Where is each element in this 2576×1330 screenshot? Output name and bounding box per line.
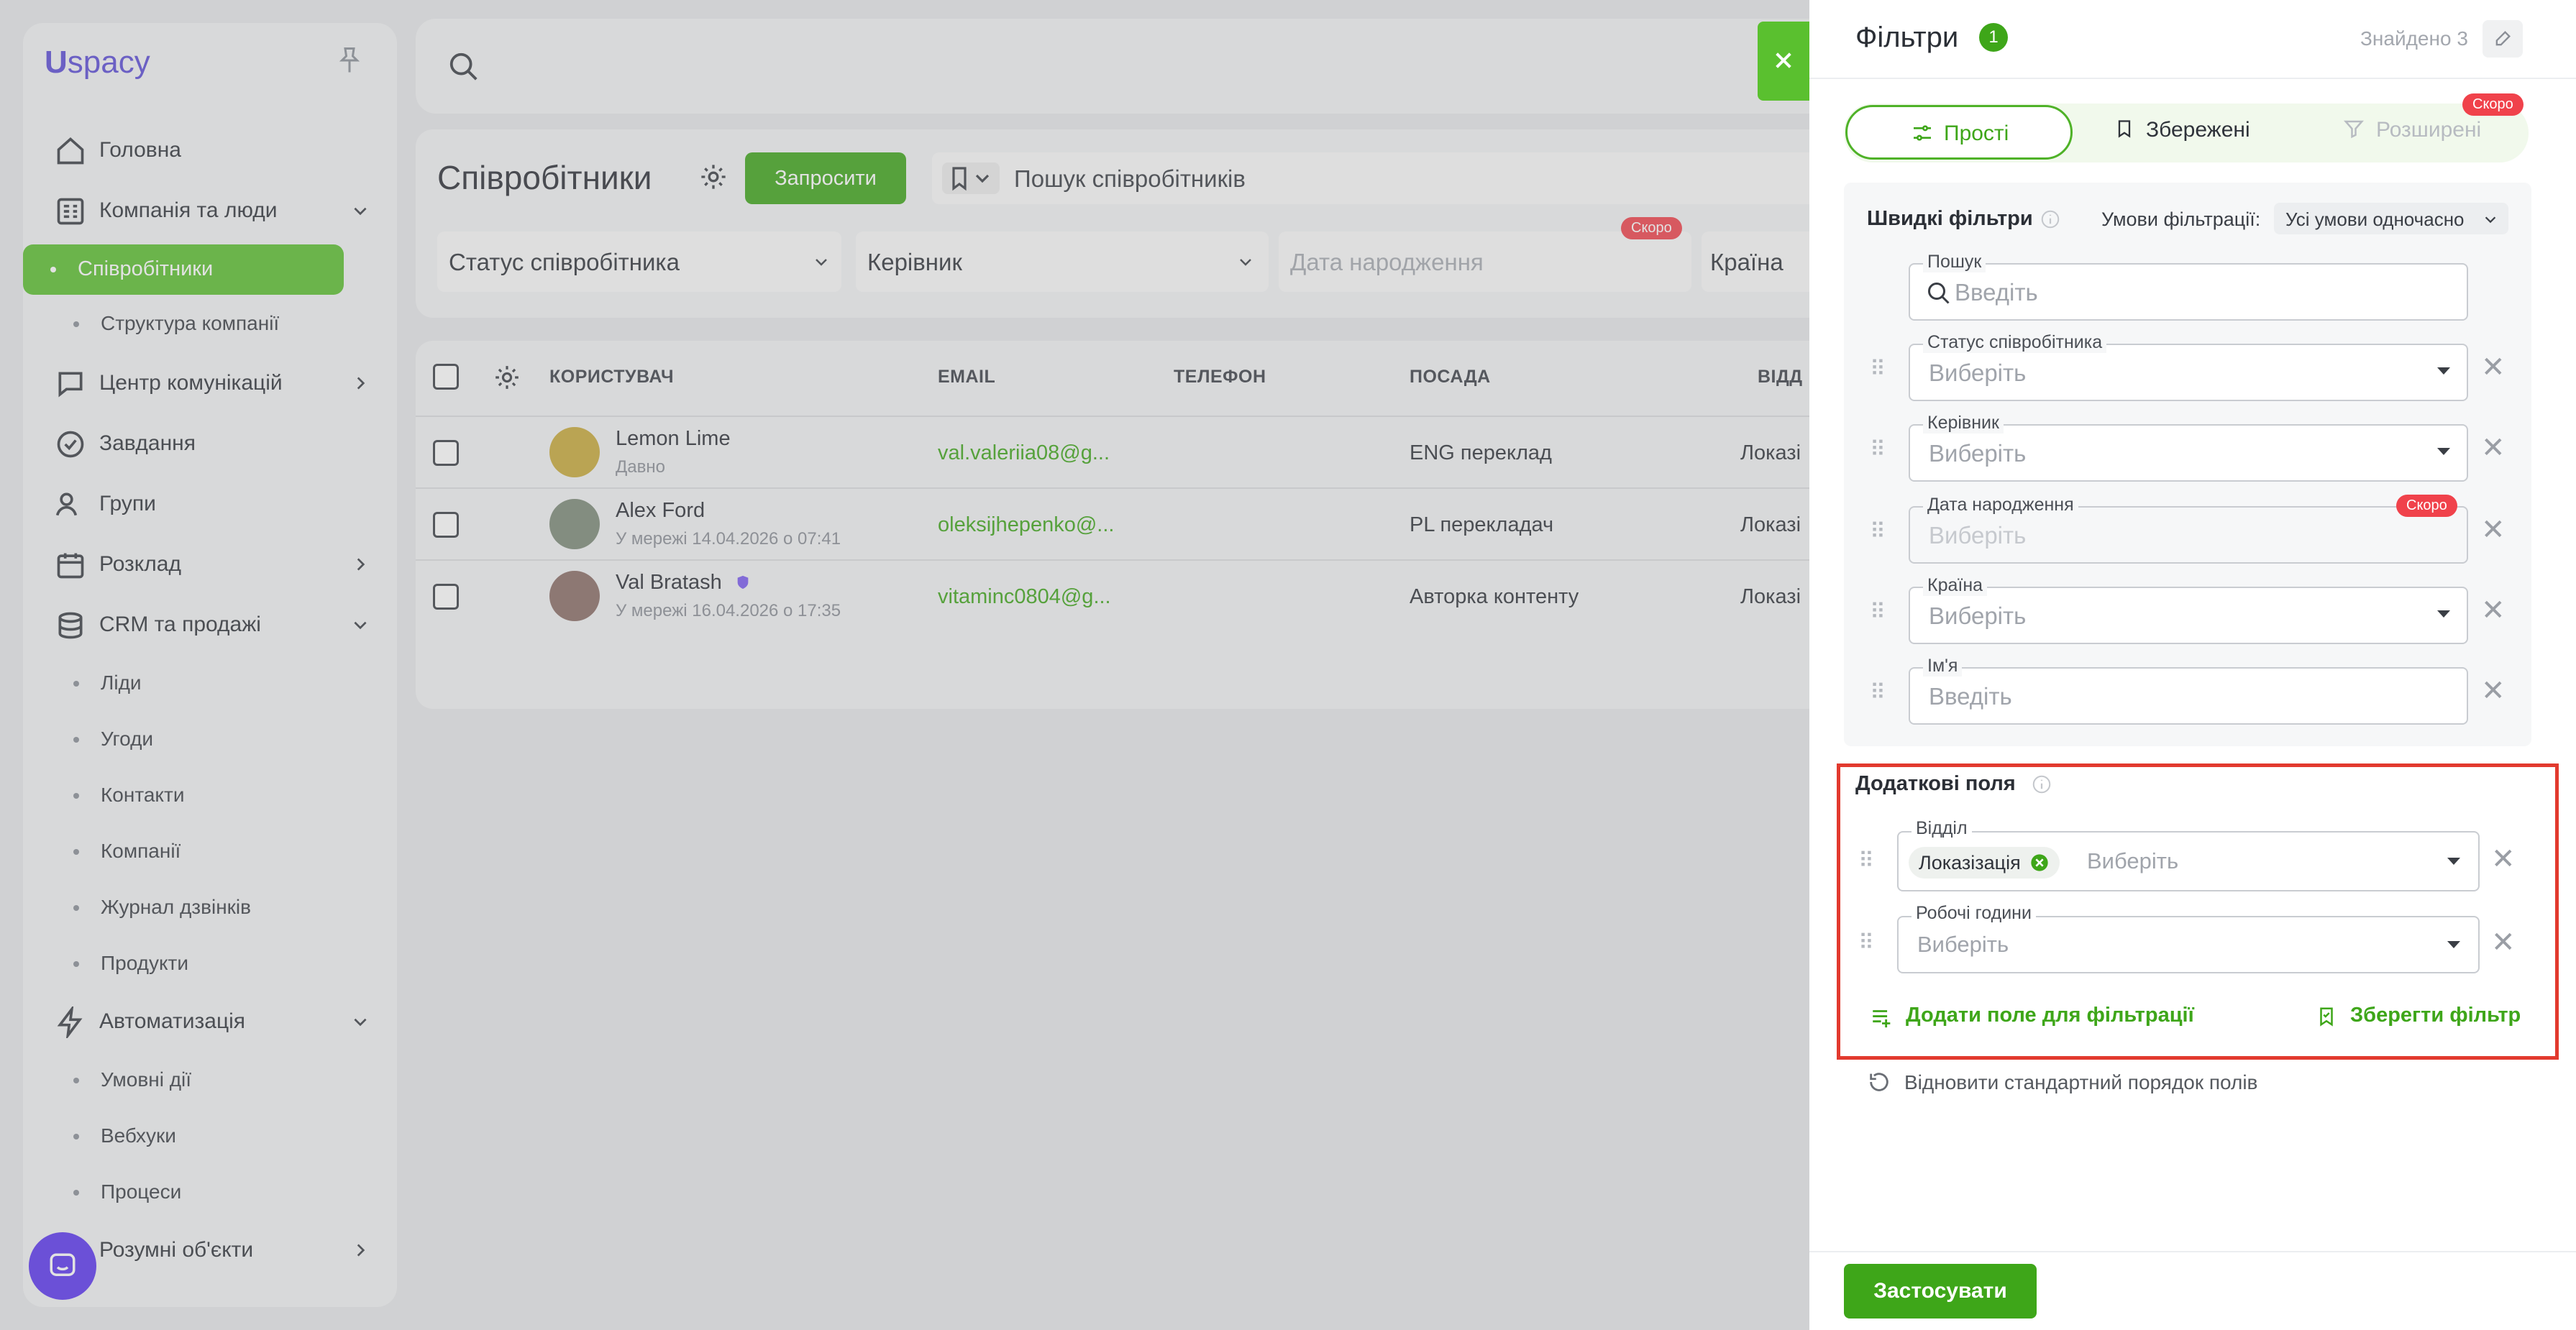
tab-label: Розширені: [2376, 118, 2482, 142]
divider: [1809, 1251, 2576, 1252]
name-field[interactable]: Ім'я Введіть: [1909, 656, 2468, 725]
divider: [1809, 78, 2576, 79]
drag-handle-icon[interactable]: ⠿: [1858, 930, 1876, 955]
drag-handle-icon[interactable]: ⠿: [1870, 600, 1887, 625]
remove-field-icon[interactable]: ✕: [2481, 431, 2506, 464]
info-icon[interactable]: [2031, 774, 2052, 795]
restore-label: Відновити стандартний порядок полів: [1904, 1071, 2258, 1093]
field-placeholder: Виберіть: [1929, 602, 2027, 629]
field-label: Робочі години: [1912, 903, 2036, 924]
drag-handle-icon[interactable]: ⠿: [1858, 848, 1876, 873]
quick-search-field[interactable]: Пошук Введіть: [1909, 252, 2468, 321]
info-icon[interactable]: [2040, 208, 2061, 230]
field-label: Відділ: [1912, 818, 1972, 839]
advanced-filter-icon: [2343, 118, 2365, 139]
add-field-label: Додати поле для фільтрації: [1906, 1004, 2194, 1027]
field-label: Ім'я: [1923, 656, 1963, 677]
chip-label: Локазізація: [1919, 851, 2021, 873]
working-hours-field[interactable]: Робочі години Виберіть: [1897, 903, 2480, 973]
sliders-icon: [1911, 121, 1934, 145]
soon-badge: Скоро: [2462, 93, 2524, 116]
caret-down-icon: [2435, 446, 2452, 457]
department-field[interactable]: Відділ Локазізація Виберіть: [1897, 818, 2480, 891]
remove-field-icon[interactable]: ✕: [2481, 351, 2506, 384]
field-label: Дата народження: [1923, 495, 2078, 515]
birthday-field: Дата народження Виберіть Скоро: [1909, 495, 2468, 564]
field-placeholder: Виберіть: [1917, 932, 2009, 957]
results-count: Знайдено 3: [2360, 27, 2468, 50]
save-filter-label: Зберегти фільтр: [2350, 1004, 2521, 1027]
caret-down-icon: [2445, 856, 2462, 867]
field-label: Керівник: [1923, 413, 2004, 434]
field-placeholder: Виберіть: [2087, 848, 2179, 873]
drag-handle-icon[interactable]: ⠿: [1870, 437, 1887, 462]
apply-button[interactable]: Застосувати: [1844, 1264, 2037, 1318]
manager-field[interactable]: Керівник Виберіть: [1909, 413, 2468, 482]
drag-handle-icon[interactable]: ⠿: [1870, 680, 1887, 705]
conditions-value: Усі умови одночасно: [2285, 208, 2465, 230]
search-icon: [1926, 280, 1952, 306]
chip-remove-icon[interactable]: [2029, 853, 2050, 873]
conditions-select[interactable]: Усі умови одночасно: [2274, 203, 2508, 234]
field-label: Статус співробітника: [1923, 332, 2107, 353]
tab-label: Збережені: [2146, 118, 2250, 142]
field-label: Пошук: [1923, 252, 1986, 272]
eraser-icon[interactable]: [2483, 20, 2523, 58]
conditions-label: Умови фільтрації:: [2101, 208, 2261, 230]
tab-simple[interactable]: Прості: [1845, 105, 2073, 160]
status-field[interactable]: Статус співробітника Виберіть: [1909, 332, 2468, 401]
section-title: Швидкі фільтри: [1867, 207, 2033, 230]
panel-title: Фільтри: [1855, 22, 1959, 53]
bookmark-icon: [2316, 1005, 2337, 1028]
add-list-icon: [1870, 1005, 1894, 1029]
field-label: Країна: [1923, 575, 1988, 596]
department-chip: Локазізація: [1909, 847, 2060, 879]
drag-handle-icon[interactable]: ⠿: [1870, 519, 1887, 544]
field-placeholder: Введіть: [1929, 683, 2012, 710]
field-placeholder: Виберіть: [1929, 440, 2027, 467]
remove-field-icon[interactable]: ✕: [2481, 674, 2506, 707]
caret-down-icon: [2435, 608, 2452, 620]
section-title: Додаткові поля: [1855, 772, 2016, 795]
remove-field-icon[interactable]: ✕: [2481, 513, 2506, 546]
filter-count-badge: 1: [1979, 23, 2008, 52]
remove-field-icon[interactable]: ✕: [2491, 843, 2516, 876]
chevron-down-icon: [2483, 211, 2498, 227]
country-field[interactable]: Країна Виберіть: [1909, 575, 2468, 644]
close-panel-button[interactable]: [1758, 22, 1809, 101]
remove-field-icon[interactable]: ✕: [2481, 594, 2506, 627]
caret-down-icon: [2445, 939, 2462, 950]
bookmark-icon: [2114, 118, 2134, 139]
tab-label: Прості: [1944, 121, 2009, 145]
drag-handle-icon[interactable]: ⠿: [1870, 357, 1887, 382]
caret-down-icon: [2435, 365, 2452, 377]
field-placeholder: Введіть: [1955, 279, 2038, 306]
field-placeholder: Виберіть: [1929, 522, 2027, 549]
soon-badge: Скоро: [2396, 495, 2457, 517]
restore-icon: [1867, 1070, 1891, 1094]
field-placeholder: Виберіть: [1929, 359, 2027, 386]
remove-field-icon[interactable]: ✕: [2491, 926, 2516, 959]
